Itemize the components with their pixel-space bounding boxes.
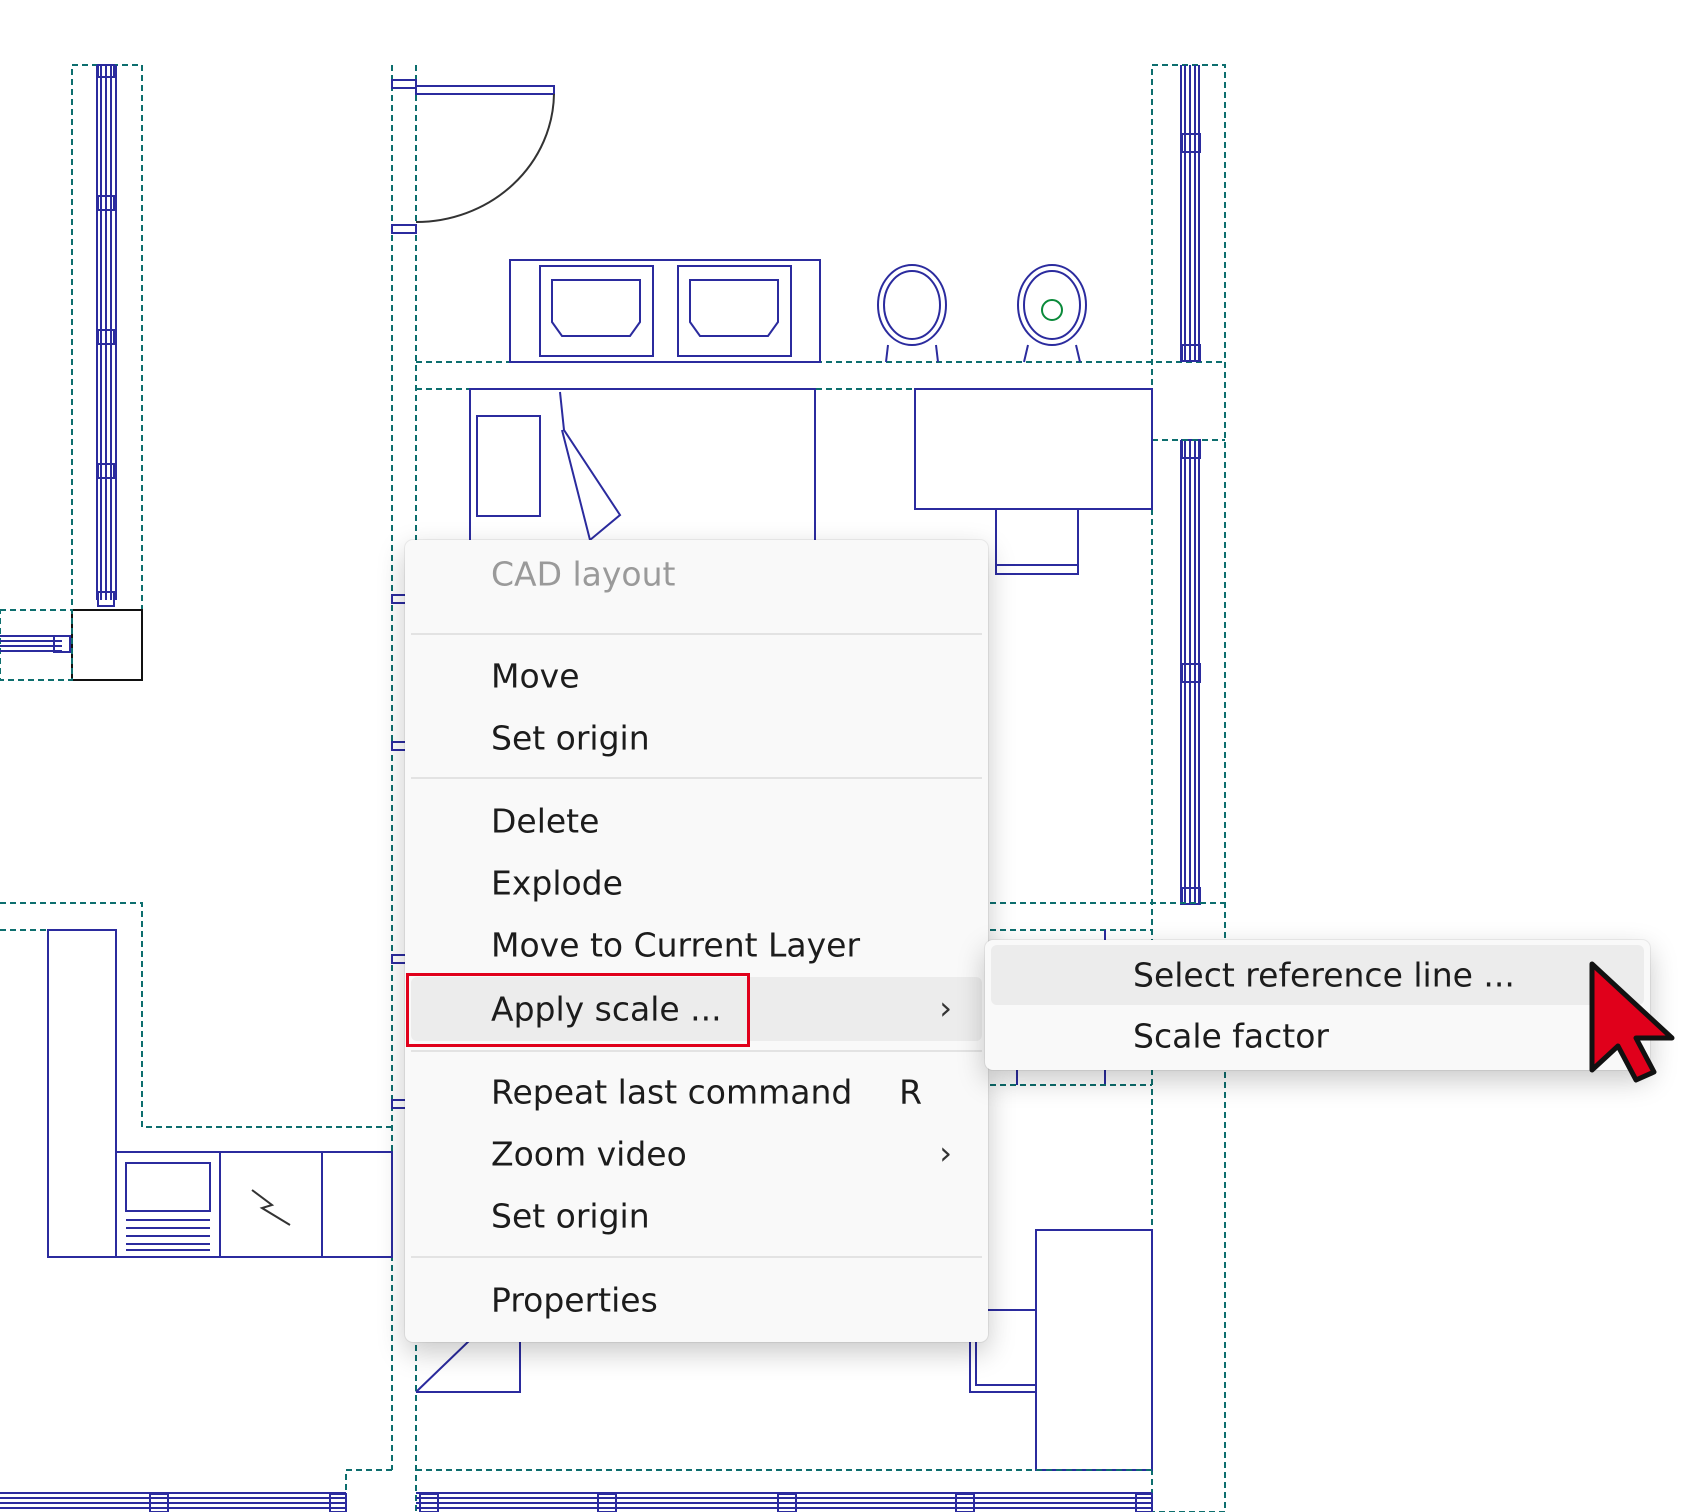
submenu-item-label: Select reference line ... [1133,955,1515,995]
menu-item-label: Set origin [491,1196,650,1236]
menu-item-delete[interactable]: Delete [411,791,982,851]
submenu-item-select-reference-line[interactable]: Select reference line ... [991,945,1644,1005]
mouse-pointer-icon [1589,961,1675,1083]
menu-item-explode[interactable]: Explode [411,853,982,913]
menu-header-cad-layout: CAD layout [411,544,982,604]
menu-item-move[interactable]: Move [411,646,982,706]
menu-item-set-origin[interactable]: Set origin [411,708,982,768]
menu-item-label: Explode [491,863,623,903]
menu-item-zoom-video[interactable]: Zoom video › [411,1124,982,1184]
menu-item-label: Move [491,656,580,696]
menu-item-label: Move to Current Layer [491,925,861,965]
chevron-right-icon: › [939,989,952,1028]
menu-separator [411,633,982,635]
menu-item-label: Zoom video [491,1134,687,1174]
menu-item-label: Properties [491,1280,658,1320]
menu-separator [411,1050,982,1052]
menu-separator [411,1256,982,1258]
scale-submenu: Select reference line ... Scale factor [985,940,1650,1070]
menu-item-properties[interactable]: Properties [411,1270,982,1330]
submenu-item-scale-factor[interactable]: Scale factor [991,1006,1644,1066]
apply-scale-highlight-box [406,973,750,1047]
menu-item-move-to-current-layer[interactable]: Move to Current Layer [411,915,982,975]
menu-item-set-origin-2[interactable]: Set origin [411,1186,982,1246]
shortcut-label: R [899,1072,922,1112]
menu-item-repeat-last-command[interactable]: Repeat last command R [411,1062,982,1122]
submenu-item-label: Scale factor [1133,1016,1329,1056]
menu-item-label: Delete [491,801,600,841]
context-menu: CAD layout Move Set origin Delete Explod… [405,540,988,1342]
menu-item-label: Repeat last command [491,1072,853,1112]
menu-separator [411,777,982,779]
menu-item-label: Set origin [491,718,650,758]
menu-header-label: CAD layout [491,554,676,594]
chevron-right-icon: › [939,1134,952,1173]
